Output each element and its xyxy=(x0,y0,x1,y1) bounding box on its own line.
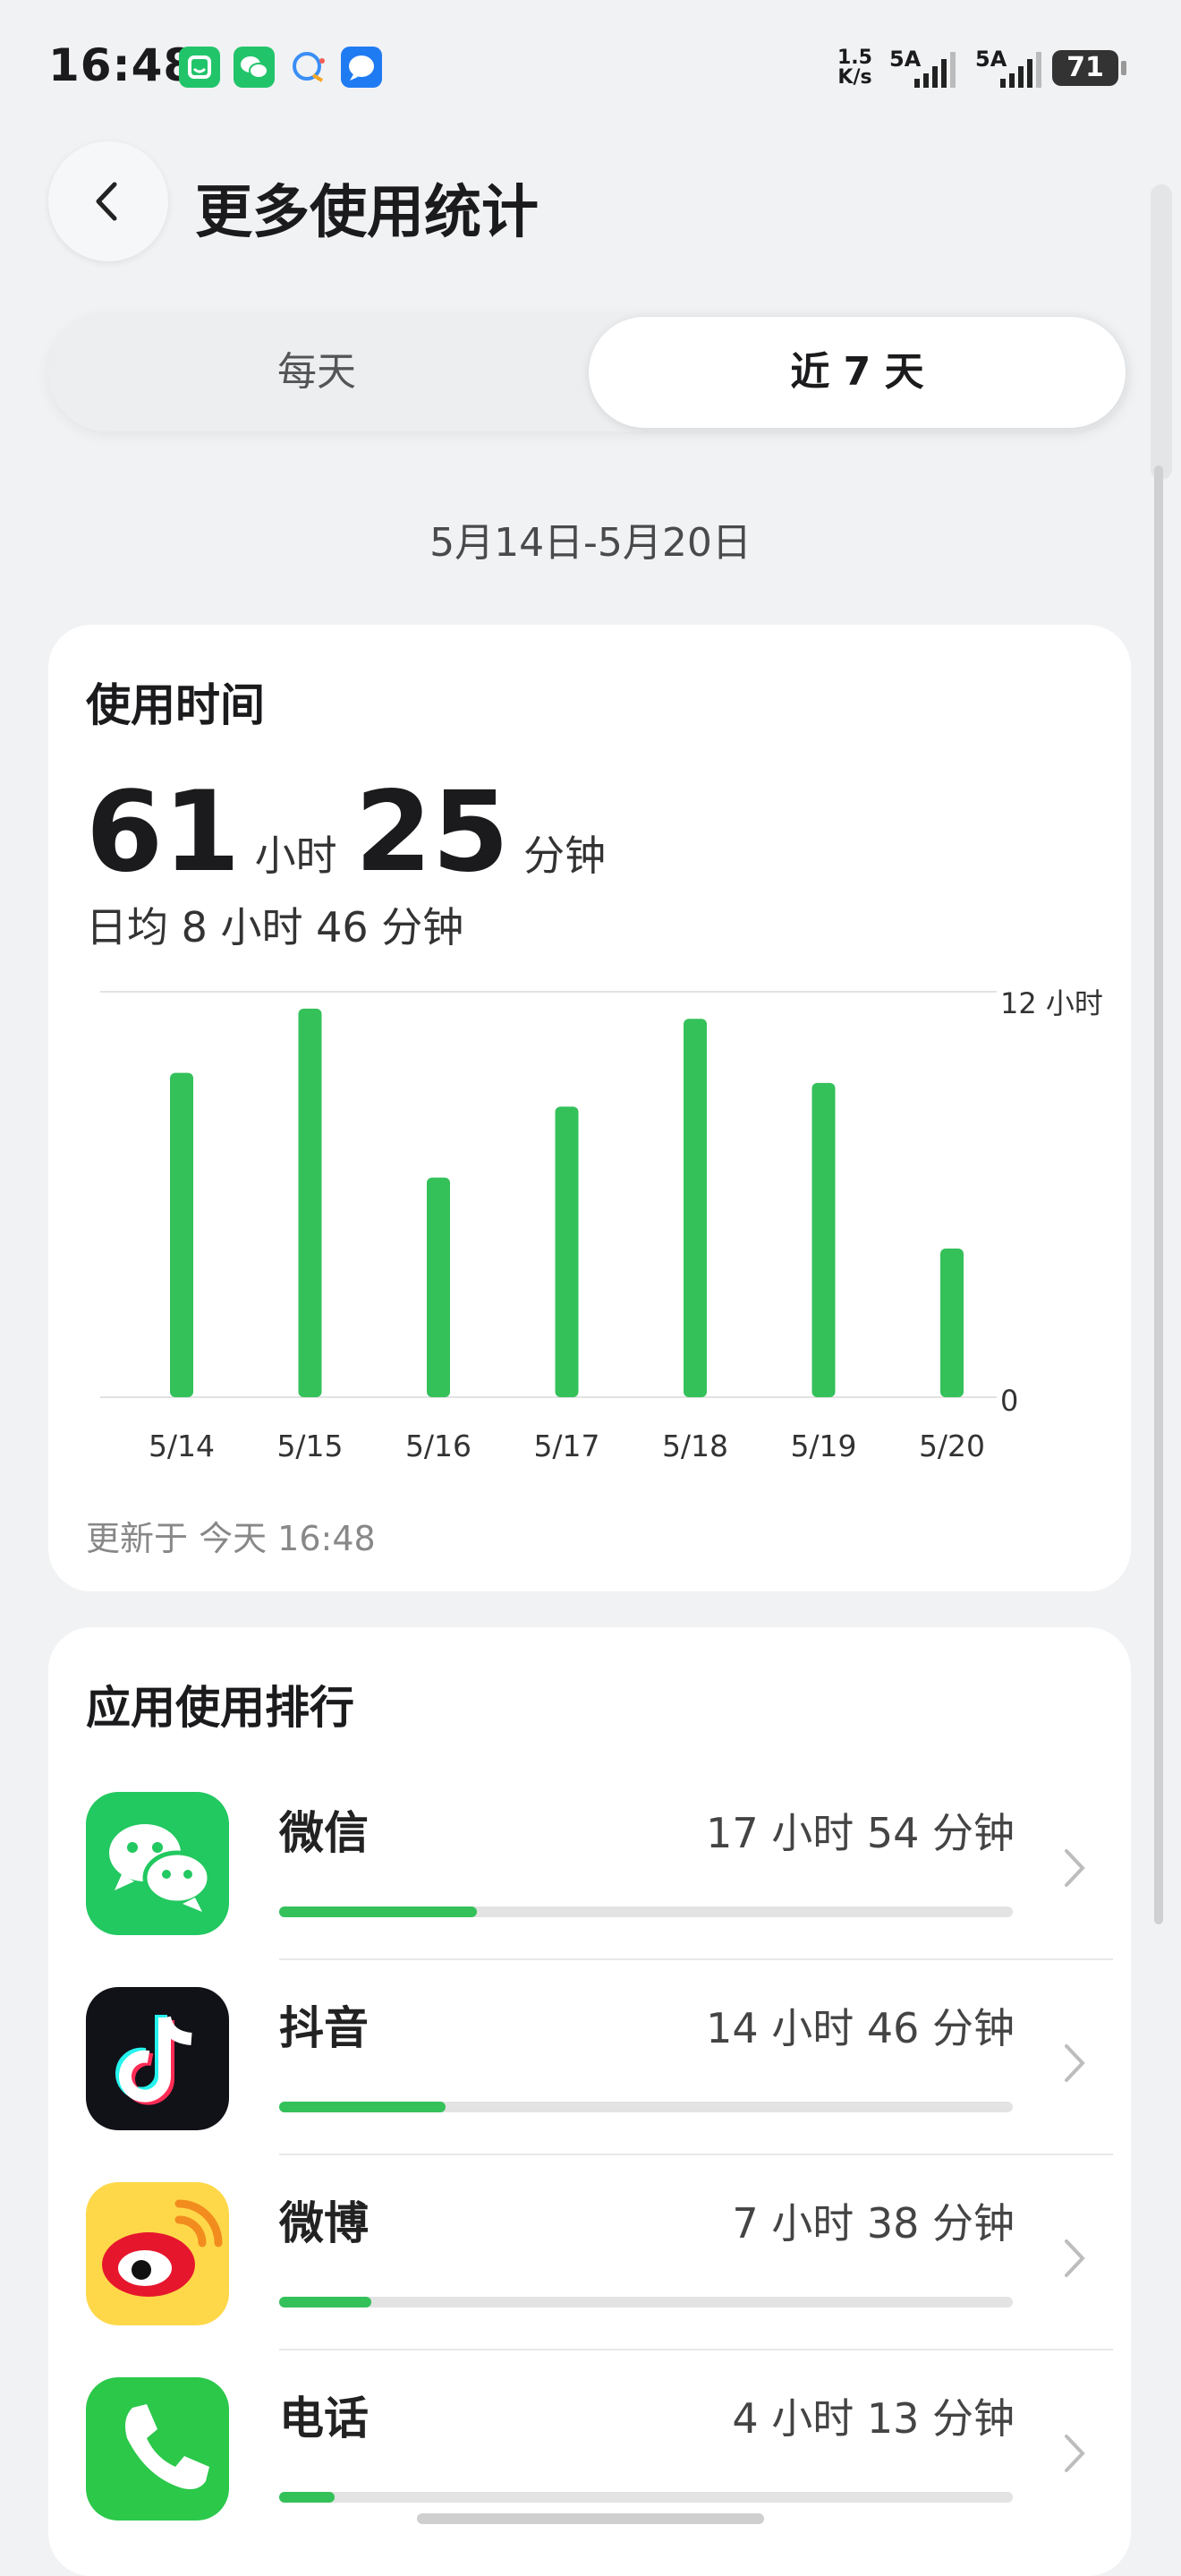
usage-card-title: 使用时间 xyxy=(86,679,265,731)
updated-time: 更新于 今天 16:48 xyxy=(86,1519,376,1558)
back-button[interactable] xyxy=(48,141,168,261)
divider xyxy=(279,2349,1113,2350)
divider xyxy=(279,2154,1113,2155)
x-tick-label: 5/17 xyxy=(533,1429,600,1463)
chart-bar-5-19[interactable] xyxy=(811,1082,836,1397)
phone-icon xyxy=(86,2377,229,2521)
ranking-item-wechat[interactable]: 微信 17 小时 54 分钟 xyxy=(48,1792,1131,1985)
usage-bar-chart xyxy=(48,965,1131,1398)
usage-bar xyxy=(279,2297,1013,2307)
app-name: 微信 xyxy=(279,1807,369,1859)
chart-bar-5-18[interactable] xyxy=(684,1019,707,1397)
usage-hours-unit: 小时 xyxy=(254,832,337,880)
battery-icon: 71 xyxy=(1052,50,1118,86)
home-indicator[interactable] xyxy=(417,2513,764,2524)
usage-minutes-unit: 分钟 xyxy=(523,832,607,880)
chart-bar-5-20[interactable] xyxy=(940,1248,964,1397)
x-tick-label: 5/15 xyxy=(276,1429,344,1463)
usage-bar-fill xyxy=(279,2297,371,2307)
chevron-left-icon xyxy=(96,182,117,221)
ranking-item-phone[interactable]: 电话 4 小时 13 分钟 xyxy=(48,2377,1131,2571)
divider xyxy=(279,1958,1113,1960)
page-title: 更多使用统计 xyxy=(195,180,539,246)
network-speed: 1.5 K/s xyxy=(837,47,872,89)
app-ranking-card: 应用使用排行 微信 17 小时 54 分钟 抖音 14 小时 46 分钟 微博 … xyxy=(48,1627,1131,2576)
period-segmented-control: 每天 近 7 天 xyxy=(48,313,1129,431)
ranking-item-weibo[interactable]: 微博 7 小时 38 分钟 xyxy=(48,2182,1131,2376)
wechat-icon xyxy=(86,1792,229,1935)
app-usage-time: 4 小时 13 分钟 xyxy=(732,2394,1015,2443)
y-tick-zero: 0 xyxy=(1000,1384,1019,1418)
status-time: 16:48 xyxy=(48,39,196,91)
usage-bar xyxy=(279,2492,1013,2503)
app-usage-time: 14 小时 46 分钟 xyxy=(706,2004,1015,2052)
chevron-right-icon xyxy=(1065,2239,1085,2277)
daily-average: 日均 8 小时 46 分钟 xyxy=(86,903,464,951)
weibo-icon xyxy=(86,2182,229,2325)
app-name: 电话 xyxy=(279,2393,369,2444)
x-tick-label: 5/20 xyxy=(918,1429,986,1463)
chart-bar-5-15[interactable] xyxy=(298,1008,322,1397)
usage-bar-fill xyxy=(279,2102,446,2112)
y-tick-max: 12 小时 xyxy=(1000,986,1103,1020)
chart-bar-5-14[interactable] xyxy=(170,1072,193,1397)
usage-bar xyxy=(279,1906,1013,1917)
usage-hours: 61 xyxy=(86,768,241,897)
scrollbar[interactable] xyxy=(1154,465,1163,1924)
usage-bar-fill xyxy=(279,2492,335,2503)
chevron-right-icon xyxy=(1065,1849,1085,1887)
battery-cap xyxy=(1121,61,1126,75)
x-tick-label: 5/18 xyxy=(661,1429,729,1463)
scrollbar-track xyxy=(1151,184,1172,480)
wechat-notification-icon xyxy=(234,47,275,88)
usage-total: 61 小时 25 分钟 xyxy=(86,768,624,897)
chart-bar-5-16[interactable] xyxy=(427,1177,450,1397)
ranking-item-douyin[interactable]: 抖音 14 小时 46 分钟 xyxy=(48,1987,1131,2180)
usage-minutes: 25 xyxy=(354,768,510,897)
date-range: 5月14日-5月20日 xyxy=(429,520,752,566)
usage-bar xyxy=(279,2102,1013,2112)
ranking-title: 应用使用排行 xyxy=(86,1682,354,1734)
tab-last-7-days[interactable]: 近 7 天 xyxy=(589,317,1126,428)
x-tick-label: 5/16 xyxy=(404,1429,472,1463)
x-tick-label: 5/19 xyxy=(790,1429,857,1463)
app-usage-time: 7 小时 38 分钟 xyxy=(732,2199,1015,2248)
chevron-right-icon xyxy=(1065,2435,1085,2472)
usage-time-card: 使用时间 61 小时 25 分钟 日均 8 小时 46 分钟 12 小时 0 5/14… xyxy=(48,625,1131,1591)
x-tick-label: 5/14 xyxy=(148,1429,216,1463)
message-notification-icon xyxy=(341,47,382,88)
status-bar: 16:48 1.5 K/s 5A 5A 71 xyxy=(0,0,1181,134)
tab-daily[interactable]: 每天 xyxy=(48,313,585,431)
mi-home-notification-icon xyxy=(179,47,220,88)
app-usage-time: 17 小时 54 分钟 xyxy=(706,1809,1015,1857)
app-name: 微博 xyxy=(279,2197,369,2249)
qq-browser-notification-icon xyxy=(288,47,329,88)
chevron-right-icon xyxy=(1065,2044,1085,2082)
usage-bar-fill xyxy=(279,1906,478,1917)
app-name: 抖音 xyxy=(279,2002,369,2054)
douyin-icon xyxy=(86,1987,229,2130)
chart-bar-5-17[interactable] xyxy=(555,1106,579,1397)
